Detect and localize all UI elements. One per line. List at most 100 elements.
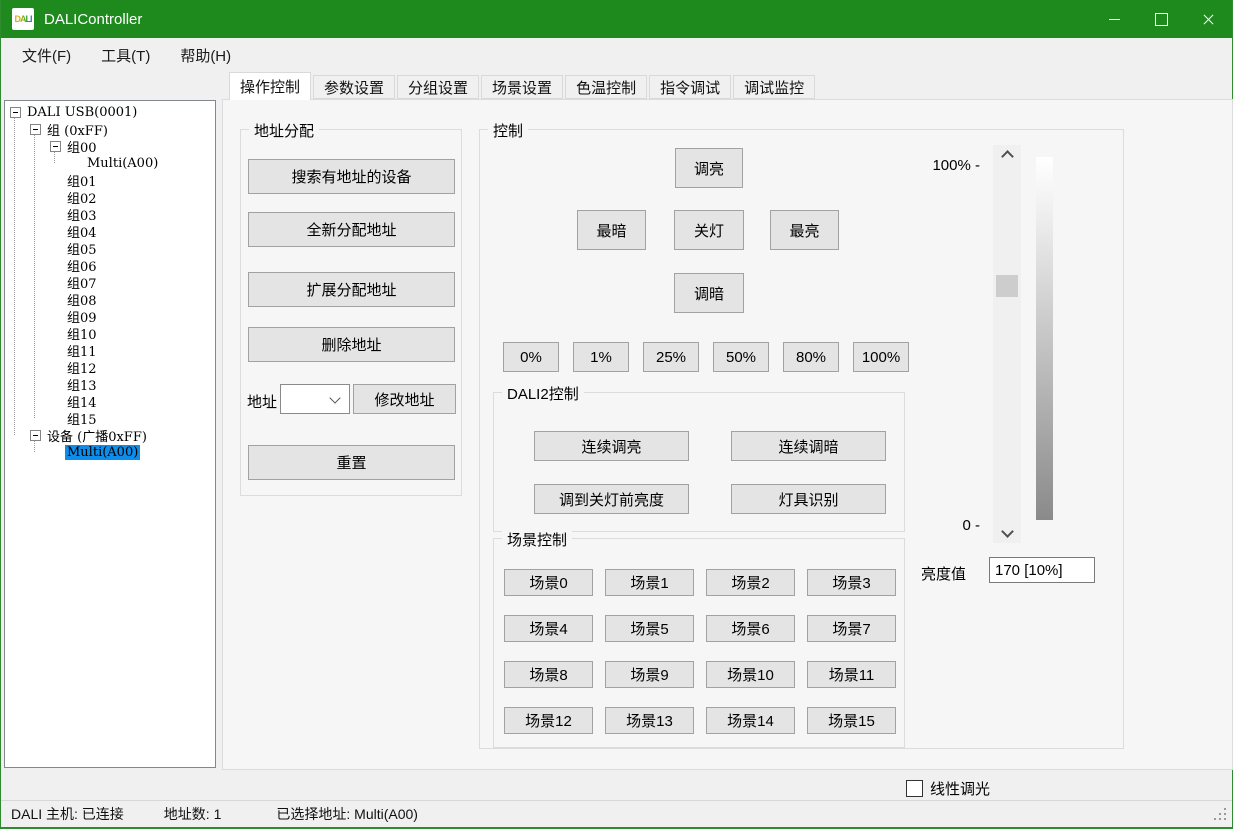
luminance-gradient-bar: [1036, 157, 1053, 520]
statusbar: DALI 主机: 已连接 地址数: 1 已选择地址: Multi(A00): [1, 800, 1232, 827]
scene-15-button[interactable]: 场景15: [807, 707, 896, 734]
scene-9-button[interactable]: 场景9: [605, 661, 694, 688]
scene-14-button[interactable]: 场景14: [706, 707, 795, 734]
tab-page-operation-control: 地址分配 搜索有地址的设备 全新分配地址 扩展分配地址 删除地址 地址 修改地址…: [222, 99, 1233, 770]
tree-item-group03[interactable]: 组03: [5, 206, 215, 223]
scene-5-button[interactable]: 场景5: [605, 615, 694, 642]
collapse-icon[interactable]: [50, 141, 61, 152]
tree-item-group01[interactable]: 组01: [5, 172, 215, 189]
tree-item-root[interactable]: DALI USB(0001): [5, 104, 215, 121]
menu-file[interactable]: 文件(F): [7, 38, 86, 72]
linear-dimming-option: 线性调光: [906, 778, 990, 799]
collapse-icon[interactable]: [30, 124, 41, 135]
lamp-identify-button[interactable]: 灯具识别: [731, 484, 886, 514]
linear-dimming-checkbox[interactable]: [906, 780, 923, 797]
resize-grip[interactable]: [1214, 808, 1228, 822]
lamp-off-button[interactable]: 关灯: [674, 210, 744, 250]
scene-control-group: 场景控制 场景0 场景1 场景2 场景3 场景4 场景5 场景6 场景7 场景8…: [493, 538, 905, 748]
scene-8-button[interactable]: 场景8: [504, 661, 593, 688]
percent-25-button[interactable]: 25%: [643, 342, 699, 372]
tree-item-multi-a00[interactable]: Multi(A00): [5, 155, 215, 172]
brightest-button[interactable]: 最亮: [770, 210, 839, 250]
percent-80-button[interactable]: 80%: [783, 342, 839, 372]
linear-dimming-label: 线性调光: [930, 778, 990, 799]
tab-scene-settings[interactable]: 场景设置: [481, 75, 563, 99]
tree-item-group02[interactable]: 组02: [5, 189, 215, 206]
maximize-button[interactable]: [1138, 0, 1185, 38]
tree-item-group06[interactable]: 组06: [5, 257, 215, 274]
collapse-icon[interactable]: [30, 430, 41, 441]
search-addressed-devices-button[interactable]: 搜索有地址的设备: [248, 159, 455, 194]
scene-1-button[interactable]: 场景1: [605, 569, 694, 596]
brightness-scrollbar[interactable]: [993, 145, 1021, 543]
tab-parameter-settings[interactable]: 参数设置: [313, 75, 395, 99]
tree-item-group13[interactable]: 组13: [5, 376, 215, 393]
tab-command-debug[interactable]: 指令调试: [649, 75, 731, 99]
delete-address-button[interactable]: 删除地址: [248, 327, 455, 362]
tree-item-group04[interactable]: 组04: [5, 223, 215, 240]
scene-0-button[interactable]: 场景0: [504, 569, 593, 596]
scene-11-button[interactable]: 场景11: [807, 661, 896, 688]
scene-3-button[interactable]: 场景3: [807, 569, 896, 596]
tree-item-group11[interactable]: 组11: [5, 342, 215, 359]
percent-100-button[interactable]: 100%: [853, 342, 909, 372]
tab-group-settings[interactable]: 分组设置: [397, 75, 479, 99]
menu-help[interactable]: 帮助(H): [165, 38, 246, 72]
close-button[interactable]: [1185, 0, 1232, 38]
scene-7-button[interactable]: 场景7: [807, 615, 896, 642]
dimmest-button[interactable]: 最暗: [577, 210, 646, 250]
collapse-icon[interactable]: [10, 107, 21, 118]
maximize-icon: [1155, 13, 1168, 26]
tree-item-group09[interactable]: 组09: [5, 308, 215, 325]
continuous-dim-button[interactable]: 连续调暗: [731, 431, 886, 461]
tree-item-group07[interactable]: 组07: [5, 274, 215, 291]
scrollbar-down-button[interactable]: [993, 523, 1021, 543]
tree-item-group00[interactable]: 组00: [5, 138, 215, 155]
scrollbar-up-button[interactable]: [993, 145, 1021, 165]
tab-operation-control[interactable]: 操作控制: [229, 72, 311, 100]
address-allocation-title: 地址分配: [249, 120, 319, 141]
minimize-button[interactable]: [1091, 0, 1138, 38]
app-window: DALI DALIController 文件(F) 工具(T) 帮助(H) DA…: [0, 0, 1233, 829]
scrollbar-thumb[interactable]: [996, 275, 1018, 297]
extend-assign-address-button[interactable]: 扩展分配地址: [248, 272, 455, 307]
scene-2-button[interactable]: 场景2: [706, 569, 795, 596]
tree-item-group14[interactable]: 组14: [5, 393, 215, 410]
device-tree: DALI USB(0001) 组 (0xFF) 组00 Multi(A00) 组…: [4, 100, 216, 768]
tree-item-group10[interactable]: 组10: [5, 325, 215, 342]
slider-min-label: 0 -: [900, 517, 980, 534]
tree-item-group08[interactable]: 组08: [5, 291, 215, 308]
tree-item-group15[interactable]: 组15: [5, 410, 215, 427]
percent-50-button[interactable]: 50%: [713, 342, 769, 372]
dim-button[interactable]: 调暗: [674, 273, 744, 313]
brightness-value-label: 亮度值: [921, 563, 966, 584]
tree-item-group-parent[interactable]: 组 (0xFF): [5, 121, 215, 138]
recall-last-level-button[interactable]: 调到关灯前亮度: [534, 484, 689, 514]
scene-13-button[interactable]: 场景13: [605, 707, 694, 734]
brighten-button[interactable]: 调亮: [675, 148, 743, 188]
menubar: 文件(F) 工具(T) 帮助(H): [1, 38, 1232, 72]
tab-debug-monitor[interactable]: 调试监控: [733, 75, 815, 99]
slider-max-label: 100% -: [900, 157, 980, 174]
brightness-value-input[interactable]: 170 [10%]: [989, 557, 1095, 583]
address-combobox[interactable]: [280, 384, 350, 414]
chevron-down-icon: [329, 392, 340, 403]
tree-item-multi-a00-selected[interactable]: Multi(A00): [5, 444, 215, 461]
scene-10-button[interactable]: 场景10: [706, 661, 795, 688]
tree-item-group12[interactable]: 组12: [5, 359, 215, 376]
scene-4-button[interactable]: 场景4: [504, 615, 593, 642]
address-label: 地址: [247, 391, 277, 412]
menu-tools[interactable]: 工具(T): [86, 38, 165, 72]
scene-6-button[interactable]: 场景6: [706, 615, 795, 642]
tree-item-device-parent[interactable]: 设备 (广播0xFF): [5, 427, 215, 444]
tree-item-group05[interactable]: 组05: [5, 240, 215, 257]
modify-address-button[interactable]: 修改地址: [353, 384, 456, 414]
tab-color-temp-control[interactable]: 色温控制: [565, 75, 647, 99]
reset-button[interactable]: 重置: [248, 445, 455, 480]
percent-1-button[interactable]: 1%: [573, 342, 629, 372]
scene-12-button[interactable]: 场景12: [504, 707, 593, 734]
percent-0-button[interactable]: 0%: [503, 342, 559, 372]
continuous-brighten-button[interactable]: 连续调亮: [534, 431, 689, 461]
assign-new-address-button[interactable]: 全新分配地址: [248, 212, 455, 247]
window-controls: [1091, 0, 1232, 38]
